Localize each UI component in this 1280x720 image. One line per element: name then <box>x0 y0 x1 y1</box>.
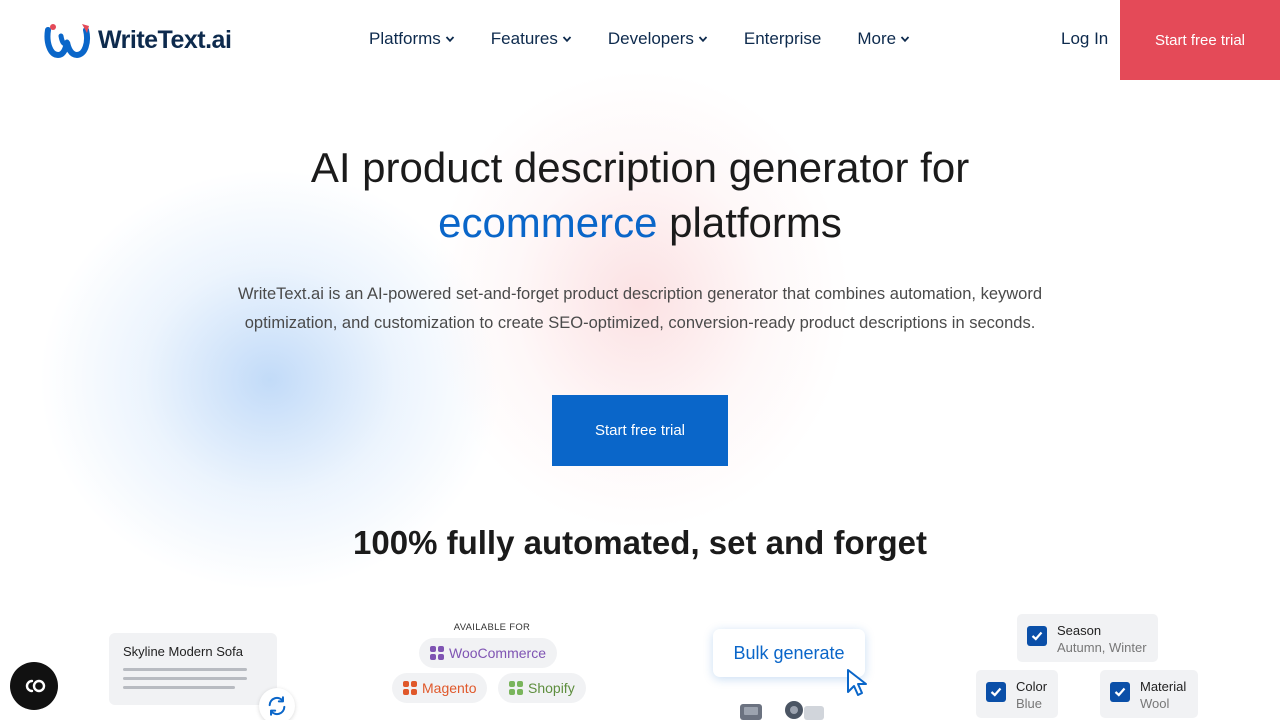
hero-title-line1: AI product description generator for <box>310 144 970 191</box>
attribute-value: Autumn, Winter <box>1057 640 1147 655</box>
platform-badge-shopify: Shopify <box>498 673 586 703</box>
shopify-icon <box>509 681 523 695</box>
nav-label: More <box>857 29 897 48</box>
available-for-label: AVAILABLE FOR <box>453 622 531 633</box>
accessibility-toggle-icon <box>25 679 46 693</box>
nav-label: Platforms <box>369 29 441 48</box>
mouse-cursor-icon <box>847 669 867 696</box>
product-card: Skyline Modern Sofa <box>109 633 277 705</box>
nav-enterprise[interactable]: Enterprise <box>744 29 821 49</box>
section-title: 100% fully automated, set and forget <box>353 524 927 561</box>
writetext-logo-icon <box>44 22 92 59</box>
nav-more[interactable]: More <box>857 29 910 49</box>
logo-text: WriteText.ai <box>98 25 232 54</box>
hero-start-trial-button[interactable]: Start free trial <box>552 395 728 466</box>
platform-badge-woocommerce: WooCommerce <box>419 638 557 668</box>
nav-features[interactable]: Features <box>491 29 572 49</box>
checkbox-checked-icon <box>1027 626 1047 646</box>
attribute-key: Material <box>1140 679 1187 694</box>
text-line <box>123 686 235 689</box>
attribute-season: Season Autumn, Winter <box>1017 614 1158 662</box>
platform-badge-magento: Magento <box>392 673 488 703</box>
text-line <box>123 677 247 680</box>
woocommerce-icon <box>430 646 444 660</box>
nav-label: Developers <box>607 29 694 48</box>
checkbox-checked-icon <box>986 682 1006 702</box>
hero-title-accent: ecommerce <box>438 199 658 246</box>
logo[interactable]: WriteText.ai <box>44 22 232 59</box>
platform-name: WooCommerce <box>449 645 546 661</box>
nav-label: Enterprise <box>743 29 822 48</box>
header-start-trial-button[interactable]: Start free trial <box>1120 0 1280 80</box>
refresh-icon <box>259 688 295 720</box>
hero-title: AI product description generator for eco… <box>140 140 1140 250</box>
site-header: WriteText.ai Platforms Features Develope… <box>0 0 1280 80</box>
login-link[interactable]: Log In <box>1061 29 1108 49</box>
checkbox-checked-icon <box>1110 682 1130 702</box>
hero-title-line2: platforms <box>657 199 842 246</box>
bulk-generate-card: Bulk generate <box>713 629 865 677</box>
nav-platforms[interactable]: Platforms <box>369 29 455 49</box>
platform-name: Magento <box>422 680 477 696</box>
hero-subtitle: WriteText.ai is an AI-powered set-and-fo… <box>237 285 1043 332</box>
platform-name: Shopify <box>528 680 575 696</box>
product-card-title: Skyline Modern Sofa <box>123 644 243 659</box>
attribute-value: Blue <box>1016 696 1043 711</box>
attribute-color: Color Blue <box>976 670 1058 718</box>
attribute-key: Color <box>1016 679 1048 694</box>
machine-icon <box>740 701 824 720</box>
accessibility-widget-button[interactable] <box>10 662 58 710</box>
nav-label: Features <box>490 29 558 48</box>
main-nav: Platforms Features Developers Enterprise… <box>369 29 910 49</box>
nav-developers[interactable]: Developers <box>608 29 708 49</box>
attribute-value: Wool <box>1140 696 1170 711</box>
chevron-down-icon <box>445 36 454 43</box>
chevron-down-icon <box>698 36 708 43</box>
attribute-material: Material Wool <box>1100 670 1198 718</box>
chevron-down-icon <box>562 36 572 43</box>
text-line <box>123 668 247 671</box>
attribute-key: Season <box>1057 623 1102 638</box>
chevron-down-icon <box>900 36 910 43</box>
magento-icon <box>403 681 417 695</box>
